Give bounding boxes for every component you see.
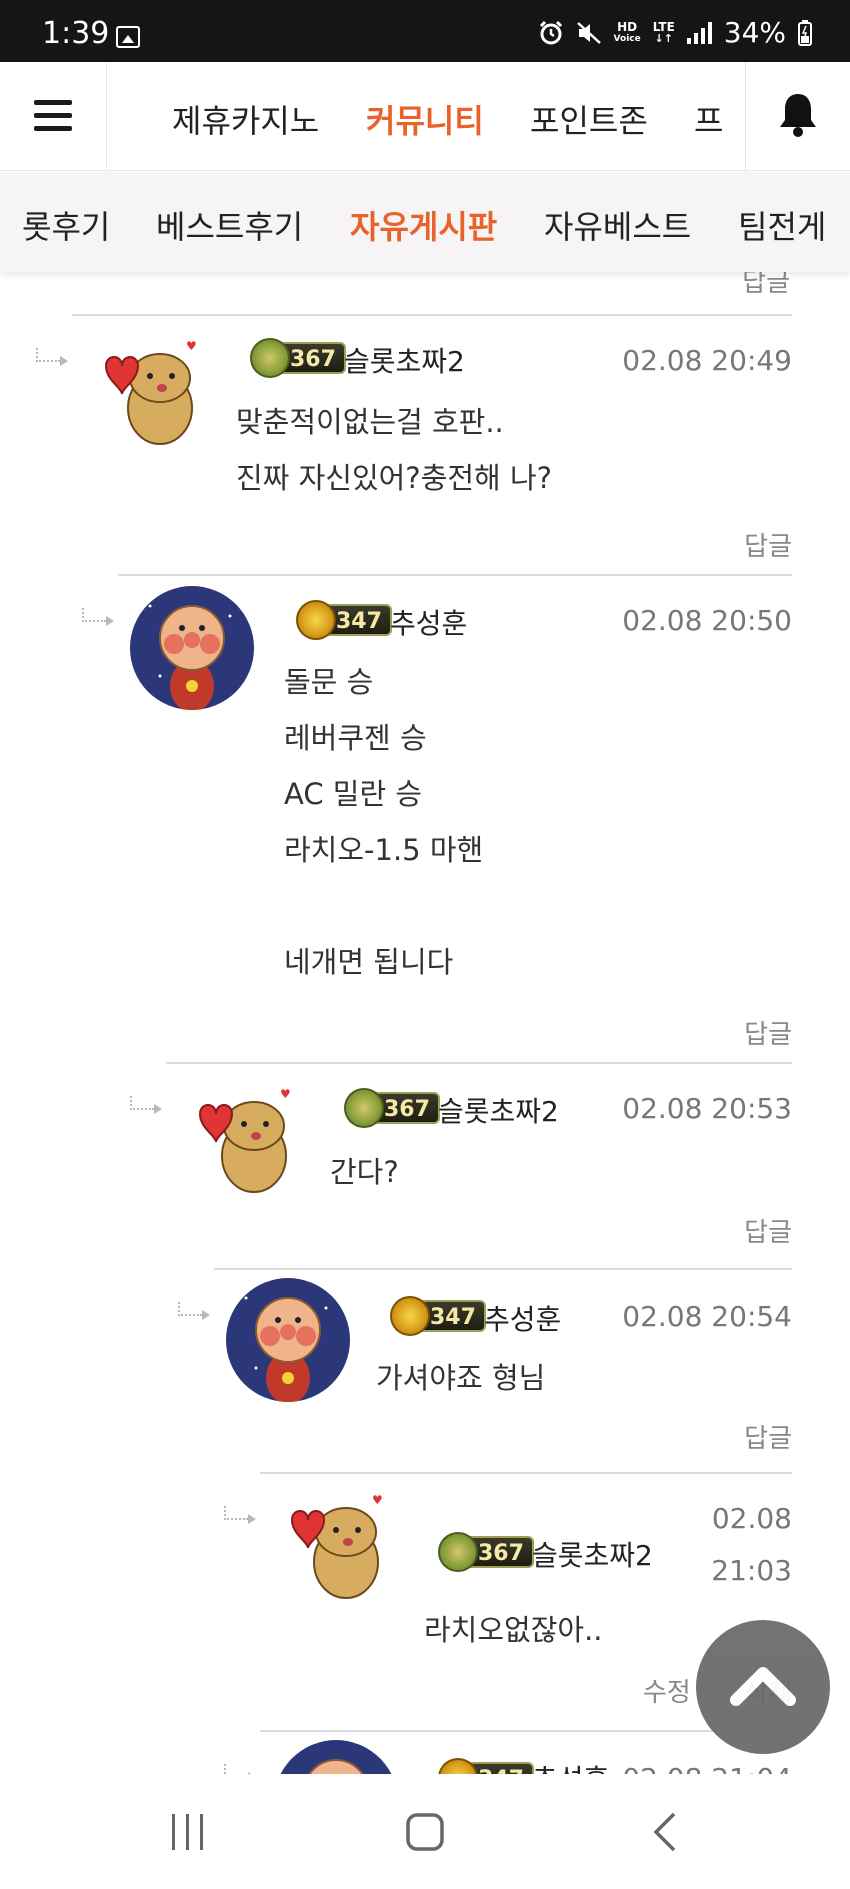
comment-date: 02.08 20:50 [622,604,792,637]
signal-icon [686,21,712,44]
anpanman-avatar [226,1278,350,1402]
hamburger-menu-button[interactable] [0,62,107,170]
nav-community[interactable]: 커뮤니티 [366,96,484,142]
reply-arrow-icon [82,608,114,626]
quokka-avatar: ♥ [198,1087,291,1193]
status-icons: HD Voice LTE ↓↑ 34% [538,16,812,49]
status-bar: 1:39 HD Voice LTE ↓↑ 34% [0,0,850,62]
level-emblem-icon [438,1758,478,1774]
menu-icon [34,100,72,105]
level-badge: 347 [390,1296,486,1336]
comment-date: 02.08 21:04 [622,1762,792,1774]
reply-link[interactable]: 답글 [744,526,792,563]
reply-arrow-icon [224,1764,256,1774]
status-time: 1:39 [42,16,110,51]
reply-link[interactable]: 답글 [744,1212,792,1249]
nav-point-zone[interactable]: 포인트존 [530,96,648,142]
comment-author[interactable]: 슬롯초짜2 [438,1090,559,1130]
level-badge: 367 [438,1532,534,1572]
svg-text:♥: ♥ [372,1493,383,1507]
system-navigation-bar [0,1774,850,1889]
bell-icon [780,94,816,137]
chevron-up-icon [730,1667,796,1706]
subnav-free-best[interactable]: 자유베스트 [544,202,691,248]
comment-author[interactable]: 슬롯초짜2 [532,1534,653,1574]
edit-link[interactable]: 수정 [643,1678,691,1708]
reply-link[interactable]: 답글 [742,272,790,299]
level-emblem-icon [296,600,336,640]
reply-arrow-icon [36,348,68,366]
scroll-to-top-button[interactable] [696,1620,830,1754]
level-emblem-icon [390,1296,430,1336]
comment-body: 라치오없잖아.. [424,1613,603,1647]
top-navigation: 제휴카지노 커뮤니티 포인트존 프 [0,62,850,171]
comment-item: 347 추성훈 02.08 20:50 돌문 승 레버쿠젠 승 AC 밀란 승 … [0,574,850,1062]
level-badge: 367 [344,1088,440,1128]
recent-apps-button[interactable] [168,1812,208,1852]
level-badge: 347 [438,1758,534,1774]
hd-voice-icon: HD Voice [613,19,641,44]
comment-body: 가셔야죠 형님 [376,1361,546,1395]
comment-item: ♥ 367 슬롯초짜2 02.08 20:53 간다? 답글 [0,1062,850,1268]
subnav-free-board[interactable]: 자유게시판 [350,202,497,248]
quokka-avatar: ♥ [104,339,197,445]
nav-partner-casino[interactable]: 제휴카지노 [172,96,319,142]
comment-author[interactable]: 추성훈 [484,1298,561,1338]
anpanman-avatar [130,586,254,710]
level-emblem-icon [344,1088,384,1128]
mute-icon [576,21,601,44]
nav-partial-item[interactable]: 프 [694,96,723,142]
lte-icon: LTE ↓↑ [652,19,675,45]
alarm-icon [539,20,562,44]
comment-item: 347 추성훈 02.08 20:54 가셔야죠 형님 답글 [0,1268,850,1472]
comment-item: ♥ 367 슬롯초짜2 02.08 20:49 맞춘적이없는걸 호판.. 진짜 … [0,314,850,574]
level-badge: 367 [250,338,346,378]
sub-navigation: 롯후기 베스트후기 자유게시판 자유베스트 팀전게 [0,172,850,272]
comment-author[interactable]: 추성훈 [532,1758,609,1774]
comment-date: 02.08 20:49 [622,344,792,377]
comment-date: 02.08 20:53 [622,1092,792,1125]
comment-body: 맞춘적이없는걸 호판.. 진짜 자신있어?충전해 나? [236,405,553,495]
svg-text:♥: ♥ [280,1087,291,1101]
comment-body: 간다? [330,1155,399,1189]
image-notification-icon [116,26,140,48]
svg-text:♥: ♥ [186,339,197,353]
battery-level: 34% [723,16,786,49]
notification-button[interactable] [745,62,850,170]
battery-charging-icon [798,19,812,46]
reply-arrow-icon [130,1096,162,1114]
comment-time: 21:03 [711,1554,792,1587]
level-emblem-icon [250,338,290,378]
reply-link[interactable]: 답글 [744,1418,792,1455]
comment-author[interactable]: 추성훈 [390,602,467,642]
subnav-best-review[interactable]: 베스트후기 [156,202,303,248]
comment-date: 02.08 20:54 [622,1300,792,1333]
reply-arrow-icon [224,1506,256,1524]
quokka-avatar: ♥ [290,1493,383,1599]
level-badge: 347 [296,600,392,640]
subnav-team-board[interactable]: 팀전게 [738,202,826,248]
comment-author[interactable]: 슬롯초짜2 [344,340,465,380]
anpanman-avatar [274,1740,398,1774]
home-button[interactable] [405,1812,445,1852]
comment-date: 02.08 [711,1502,792,1535]
reply-arrow-icon [178,1302,210,1320]
comment-list: 답글 ♥ 367 슬롯초짜2 02.08 20:49 맞춘적이없는걸 호판.. … [0,272,850,1774]
level-emblem-icon [438,1532,478,1572]
reply-link[interactable]: 답글 [744,1014,792,1051]
comment-body: 돌문 승 레버쿠젠 승 AC 밀란 승 라치오-1.5 마핸 네개면 됩니다 [284,665,484,979]
back-button[interactable] [646,1812,686,1852]
subnav-slot-review[interactable]: 롯후기 [22,202,110,248]
